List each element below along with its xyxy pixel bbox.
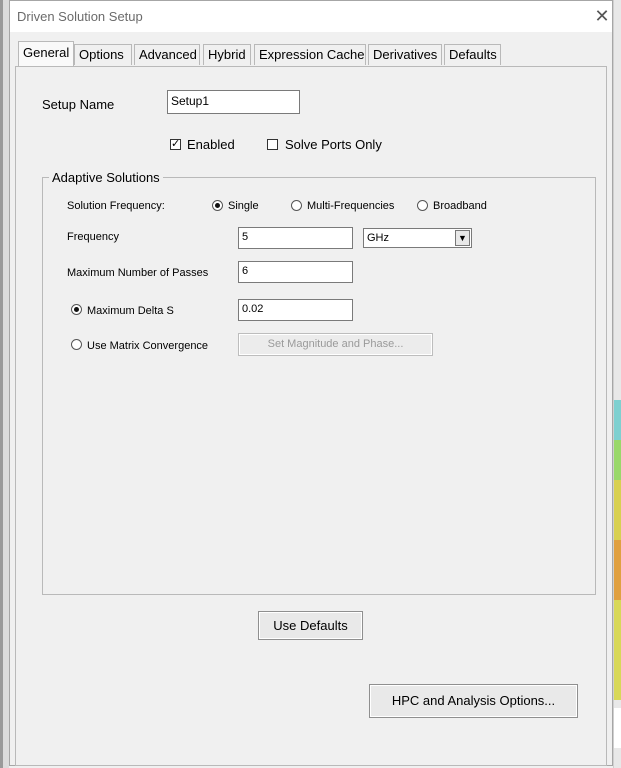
setup-name-label: Setup Name [42,97,115,112]
close-icon[interactable]: ✕ [590,4,614,28]
tab-defaults[interactable]: Defaults [444,44,501,65]
use-matrix-convergence-radio[interactable] [71,339,82,350]
use-matrix-convergence-label: Use Matrix Convergence [87,340,209,352]
tab-label: Advanced [139,47,197,62]
freq-broadband-radio[interactable] [417,200,428,211]
tab-label: Expression Cache [259,47,365,62]
background-app-right-edge [613,0,621,768]
max-passes-input[interactable]: 6 [238,261,353,283]
frequency-unit-select[interactable]: GHz ▼ [363,228,472,248]
freq-multi-radio[interactable] [291,200,302,211]
window-title: Driven Solution Setup [17,9,143,24]
chevron-down-icon[interactable]: ▼ [455,230,470,246]
freq-single-label: Single [228,200,259,212]
tab-label: Derivatives [373,47,438,62]
setup-name-input[interactable]: Setup1 [167,90,300,114]
tab-label: Defaults [449,47,497,62]
adaptive-solutions-title: Adaptive Solutions [49,170,163,185]
tab-label: General [23,45,70,60]
freq-multi-label: Multi-Frequencies [307,200,395,212]
frequency-label: Frequency [67,231,119,243]
freq-broadband-label: Broadband [433,200,487,212]
solve-ports-only-checkbox[interactable] [267,139,278,150]
tab-expression-cache[interactable]: Expression Cache [254,44,366,65]
tab-label: Hybrid [208,47,246,62]
tab-hybrid[interactable]: Hybrid [203,44,251,65]
tab-derivatives[interactable]: Derivatives [368,44,442,65]
max-delta-s-label: Maximum Delta S [87,305,174,317]
background-app-left-shade [0,0,3,768]
max-passes-label: Maximum Number of Passes [67,267,209,279]
set-magnitude-phase-button[interactable]: Set Magnitude and Phase... [238,333,433,356]
tab-advanced[interactable]: Advanced [134,44,200,65]
hpc-analysis-options-button[interactable]: HPC and Analysis Options... [369,684,578,718]
solution-frequency-label: Solution Frequency: [67,200,165,212]
frequency-input[interactable]: 5 [238,227,353,249]
title-bar: Driven Solution Setup ✕ [10,1,612,32]
driven-solution-setup-dialog: Driven Solution Setup ✕ General Options … [9,0,613,766]
max-delta-s-input[interactable]: 0.02 [238,299,353,321]
max-delta-s-radio[interactable] [71,304,82,315]
enabled-checkbox[interactable]: ✓ [170,139,181,150]
frequency-unit-value: GHz [367,232,389,244]
tab-general[interactable]: General [18,41,74,66]
enabled-label: Enabled [187,137,235,152]
solve-ports-only-label: Solve Ports Only [285,137,382,152]
use-defaults-button[interactable]: Use Defaults [258,611,363,640]
tab-label: Options [79,47,124,62]
tab-options[interactable]: Options [74,44,132,65]
freq-single-radio[interactable] [212,200,223,211]
